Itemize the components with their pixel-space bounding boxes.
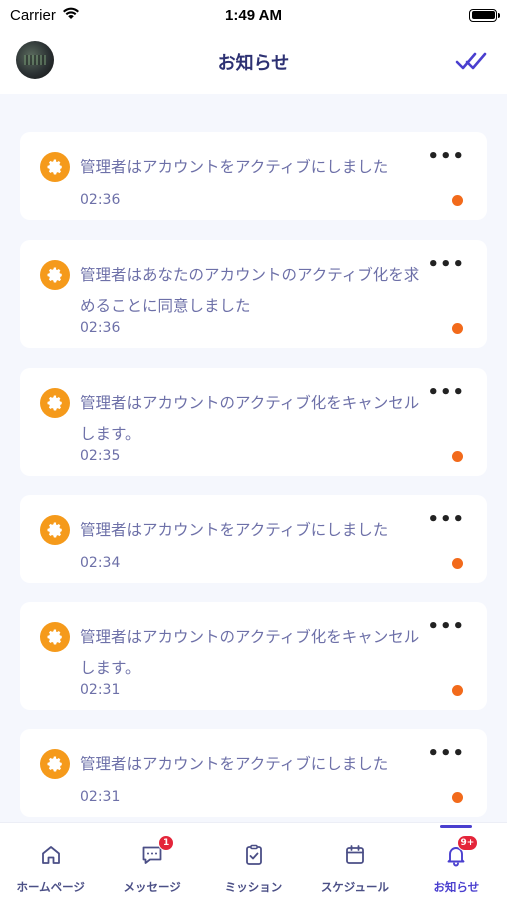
- bell-icon: 9+: [444, 835, 479, 867]
- gear-icon: [40, 152, 70, 182]
- gear-icon: [40, 749, 70, 779]
- home-icon: [39, 843, 63, 867]
- notification-time: 02:31: [80, 682, 121, 698]
- active-tab-indicator: [440, 825, 473, 828]
- notification-text: 管理者はアカウントのアクティブ化をキャンセルします。: [80, 628, 420, 677]
- mark-all-read-icon[interactable]: [455, 48, 489, 74]
- tab-messages[interactable]: 1 メッセージ: [101, 823, 202, 900]
- notification-card[interactable]: 管理者はあなたのアカウントのアクティブ化を求めることに同意しました 02:36 …: [20, 240, 487, 348]
- notification-card[interactable]: 管理者はアカウントをアクティブにしました 02:36 •••: [20, 132, 487, 220]
- unread-dot: [452, 323, 463, 334]
- tab-label: スケジュール: [320, 880, 390, 894]
- notification-time: 02:34: [80, 555, 121, 571]
- notification-badge: 9+: [456, 835, 479, 851]
- more-options-icon[interactable]: •••: [427, 509, 465, 530]
- page-title: お知らせ: [217, 53, 290, 74]
- unread-dot: [452, 195, 463, 206]
- tab-label: メッセージ: [123, 880, 181, 894]
- notification-card[interactable]: 管理者はアカウントのアクティブ化をキャンセルします。 02:31 •••: [20, 602, 487, 710]
- gear-icon: [40, 388, 70, 418]
- notification-time: 02:36: [80, 192, 121, 208]
- gear-icon: [40, 515, 70, 545]
- unread-dot: [452, 451, 463, 462]
- tab-home[interactable]: ホームページ: [0, 823, 101, 900]
- gear-icon: [40, 260, 70, 290]
- tab-schedule[interactable]: スケジュール: [304, 823, 405, 900]
- more-options-icon[interactable]: •••: [427, 146, 465, 167]
- carrier-label: Carrier: [10, 6, 56, 24]
- avatar[interactable]: [16, 41, 54, 79]
- tab-label: お知らせ: [433, 880, 480, 894]
- app-header: お知らせ: [0, 30, 507, 94]
- calendar-icon: [343, 843, 367, 867]
- unread-dot: [452, 792, 463, 803]
- more-options-icon[interactable]: •••: [427, 382, 465, 403]
- tab-notifications[interactable]: 9+ お知らせ: [406, 823, 507, 900]
- mission-icon: [242, 843, 266, 867]
- more-options-icon[interactable]: •••: [427, 254, 465, 275]
- notification-text: 管理者はあなたのアカウントのアクティブ化を求めることに同意しました: [80, 266, 420, 315]
- notification-time: 02:31: [80, 789, 121, 805]
- notification-time: 02:35: [80, 448, 121, 464]
- notification-text: 管理者はアカウントのアクティブ化をキャンセルします。: [80, 394, 420, 443]
- notification-text: 管理者はアカウントをアクティブにしました: [80, 521, 389, 539]
- message-badge: 1: [158, 835, 175, 851]
- more-options-icon[interactable]: •••: [427, 743, 465, 764]
- unread-dot: [452, 558, 463, 569]
- notification-list[interactable]: 管理者はアカウントをアクティブにしました 02:36 ••• 管理者はあなたのア…: [0, 94, 507, 822]
- tab-label: ホームページ: [16, 880, 85, 894]
- bottom-tab-bar: ホームページ 1 メッセージ ミッション スケジュール 9+ お知らせ: [0, 822, 507, 900]
- notification-card[interactable]: 管理者はアカウントをアクティブにしました 02:34 •••: [20, 495, 487, 583]
- notification-card[interactable]: 管理者はアカウントをアクティブにしました 02:31 •••: [20, 729, 487, 817]
- tab-label: ミッション: [224, 880, 283, 894]
- notification-time: 02:36: [80, 320, 121, 336]
- status-bar: Carrier 1:49 AM: [0, 0, 507, 30]
- notification-card[interactable]: 管理者はアカウントのアクティブ化をキャンセルします。 02:35 •••: [20, 368, 487, 476]
- wifi-icon: [62, 6, 80, 24]
- notification-text: 管理者はアカウントをアクティブにしました: [80, 755, 389, 773]
- status-left: Carrier: [10, 6, 80, 24]
- more-options-icon[interactable]: •••: [427, 616, 465, 637]
- gear-icon: [40, 622, 70, 652]
- unread-dot: [452, 685, 463, 696]
- message-icon: 1: [140, 835, 175, 867]
- notification-text: 管理者はアカウントをアクティブにしました: [80, 158, 389, 176]
- battery-icon: [469, 8, 500, 22]
- tab-missions[interactable]: ミッション: [203, 823, 304, 900]
